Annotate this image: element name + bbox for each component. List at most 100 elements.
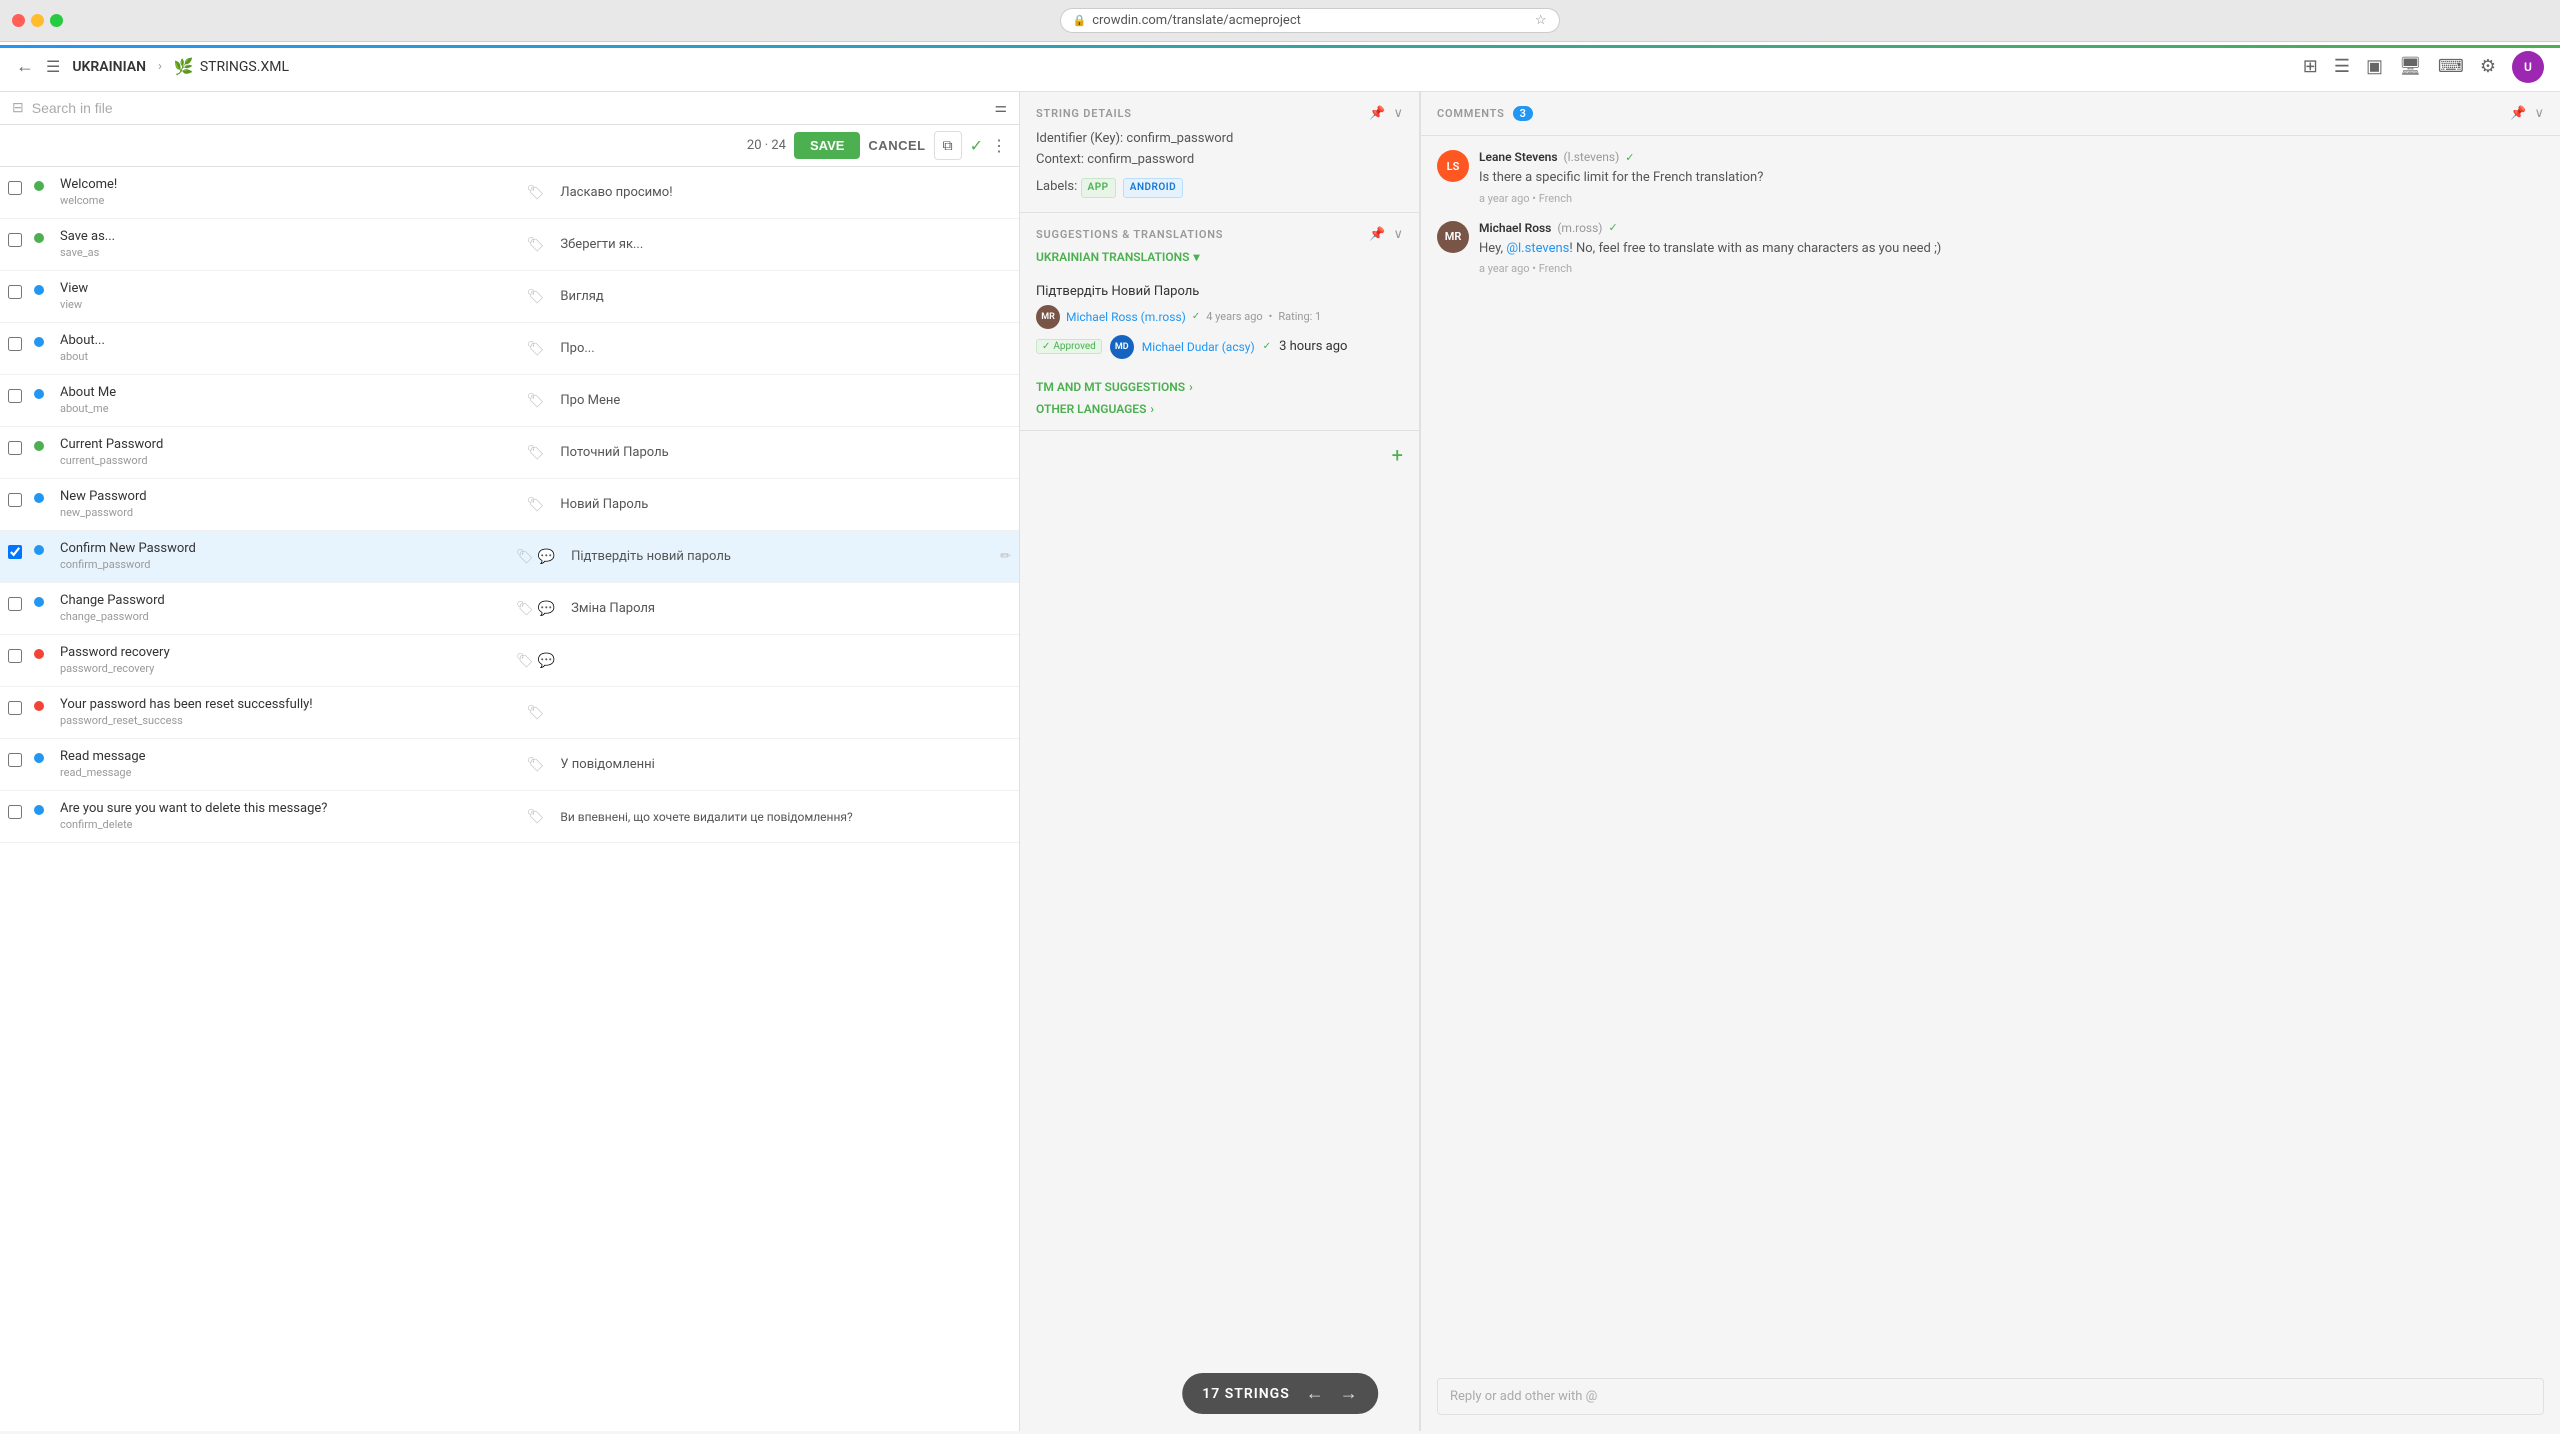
tag-icon[interactable]: 🏷 xyxy=(527,445,545,461)
filter-icon[interactable]: ⚌ xyxy=(994,100,1007,116)
tag-icon[interactable]: 🏷 xyxy=(527,341,545,357)
collapse-icon[interactable]: ∨ xyxy=(2534,106,2544,121)
progress-bar xyxy=(0,45,2560,48)
more-options-button[interactable]: ⋮ xyxy=(991,136,1007,156)
row-actions: 🏷 💬 xyxy=(508,635,563,686)
comment-avatar: MR xyxy=(1437,221,1469,253)
tag-icon[interactable]: 🏷 xyxy=(516,549,534,565)
layout-split-icon[interactable]: ▣ xyxy=(2366,56,2383,77)
row-checkbox[interactable] xyxy=(0,323,32,374)
edit-icon[interactable]: ✏ xyxy=(1000,549,1011,564)
tag-icon[interactable]: 🏷 xyxy=(527,497,545,513)
context-label: Context: xyxy=(1036,152,1084,167)
back-button[interactable]: ← xyxy=(16,56,34,77)
bookmark-icon[interactable]: ☆ xyxy=(1535,13,1547,28)
row-checkbox[interactable] xyxy=(0,219,32,270)
hamburger-menu[interactable]: ☰ xyxy=(46,57,60,76)
string-row: Current Password current_password 🏷 Пото… xyxy=(0,427,1019,479)
other-languages-link[interactable]: OTHER LANGUAGES › xyxy=(1036,402,1403,416)
tag-icon[interactable]: 🏷 xyxy=(527,757,545,773)
row-checkbox[interactable] xyxy=(0,479,32,530)
row-checkbox[interactable] xyxy=(0,271,32,322)
expand-icon[interactable]: ∨ xyxy=(1393,106,1403,121)
string-list-panel: ⊟ ⚌ 20 · 24 SAVE CANCEL ⧉ ✓ ⋮ Welcome! w… xyxy=(0,92,1020,1431)
pin-icon[interactable]: 📌 xyxy=(2510,106,2526,121)
traffic-light-red[interactable] xyxy=(12,14,25,27)
row-checkbox[interactable] xyxy=(0,687,32,738)
search-input[interactable] xyxy=(32,100,987,116)
tag-icon[interactable]: 🏷 xyxy=(527,289,545,305)
row-checkbox[interactable] xyxy=(0,635,32,686)
row-actions: 🏷 xyxy=(519,375,553,426)
traffic-light-green[interactable] xyxy=(50,14,63,27)
row-checkbox[interactable] xyxy=(0,427,32,478)
traffic-light-yellow[interactable] xyxy=(31,14,44,27)
pin-icon[interactable]: 📌 xyxy=(1369,106,1385,121)
save-button[interactable]: SAVE xyxy=(794,132,860,159)
copy-button[interactable]: ⧉ xyxy=(934,131,962,160)
string-row: About... about 🏷 Про... xyxy=(0,323,1019,375)
row-status xyxy=(32,323,52,374)
row-status xyxy=(32,739,52,790)
tag-icon[interactable]: 🏷 xyxy=(527,237,545,253)
tag-icon[interactable]: 🏷 xyxy=(516,653,534,669)
row-source-content: View view xyxy=(52,271,519,322)
tag-icon[interactable]: 🏷 xyxy=(527,705,545,721)
suggestion-item: Підтвердіть Новий Пароль MR Michael Ross… xyxy=(1036,274,1403,370)
row-translation: Ласкаво просимо! xyxy=(552,167,1019,218)
key-text: password_reset_success xyxy=(60,714,511,727)
row-source-content: Your password has been reset successfull… xyxy=(52,687,519,738)
user-avatar[interactable]: U xyxy=(2512,51,2544,83)
string-row: View view 🏷 Вигляд xyxy=(0,271,1019,323)
row-actions: 🏷 💬 xyxy=(508,583,563,634)
settings-icon[interactable]: ⚙ xyxy=(2480,56,2496,77)
layout-list-icon[interactable]: ☰ xyxy=(2334,56,2350,77)
context-value: confirm_password xyxy=(1087,152,1194,167)
add-translation-button[interactable]: + xyxy=(1392,443,1403,467)
source-text: About... xyxy=(60,333,511,348)
string-counter: 20 · 24 xyxy=(747,138,786,153)
row-source-content: Are you sure you want to delete this mes… xyxy=(52,791,519,842)
monitor-icon[interactable]: 🖥 xyxy=(2399,56,2422,77)
comment-reply-input[interactable]: Reply or add other with @ xyxy=(1437,1378,2544,1415)
tm-mt-link[interactable]: TM AND MT SUGGESTIONS › xyxy=(1036,380,1403,394)
comment-icon[interactable]: 💬 xyxy=(538,549,555,565)
row-status xyxy=(32,479,52,530)
tag-icon[interactable]: 🏷 xyxy=(527,393,545,409)
cancel-button[interactable]: CANCEL xyxy=(868,138,925,153)
comment-icon[interactable]: 💬 xyxy=(538,653,555,669)
collapse-icon[interactable]: ⊟ xyxy=(12,100,24,116)
row-status xyxy=(32,635,52,686)
address-bar[interactable]: 🔒 crowdin.com/translate/acmeproject ☆ xyxy=(1060,8,1560,33)
tag-icon[interactable]: 🏷 xyxy=(527,809,545,825)
comments-title-area: COMMENTS 3 xyxy=(1437,106,1533,121)
row-checkbox[interactable] xyxy=(0,583,32,634)
layout-grid-icon[interactable]: ⊞ xyxy=(2303,56,2318,77)
pin-icon[interactable]: 📌 xyxy=(1369,227,1385,242)
collapse-icon[interactable]: ∨ xyxy=(1393,227,1403,242)
row-checkbox[interactable] xyxy=(0,375,32,426)
row-translation: Зміна Пароля xyxy=(563,583,1019,634)
tag-icon[interactable]: 🏷 xyxy=(527,185,545,201)
keyboard-icon[interactable]: ⌨ xyxy=(2438,56,2464,77)
row-translation: Поточний Пароль xyxy=(552,427,1019,478)
comment-icon[interactable]: 💬 xyxy=(538,601,555,617)
row-checkbox[interactable] xyxy=(0,167,32,218)
row-translation xyxy=(563,635,1019,686)
ukrainian-translations-link[interactable]: UKRAINIAN TRANSLATIONS ▾ xyxy=(1036,250,1403,264)
prev-string-button[interactable]: ← xyxy=(1306,1383,1324,1404)
tag-icon[interactable]: 🏷 xyxy=(516,601,534,617)
row-checkbox[interactable] xyxy=(0,531,32,582)
row-source-content: About... about xyxy=(52,323,519,374)
comment-body: Leane Stevens (l.stevens) ✓ Is there a s… xyxy=(1479,150,2544,205)
string-row-selected[interactable]: Confirm New Password confirm_password 🏷 … xyxy=(0,531,1019,583)
string-row: Save as... save_as 🏷 Зберегти як... xyxy=(0,219,1019,271)
comments-actions: 📌 ∨ xyxy=(2510,106,2544,121)
approve-button[interactable]: ✓ xyxy=(970,136,983,156)
row-checkbox[interactable] xyxy=(0,739,32,790)
row-checkbox[interactable] xyxy=(0,791,32,842)
next-string-button[interactable]: → xyxy=(1340,1383,1358,1404)
key-text: view xyxy=(60,298,511,311)
row-status xyxy=(32,531,52,582)
source-text: Your password has been reset successfull… xyxy=(60,697,511,712)
